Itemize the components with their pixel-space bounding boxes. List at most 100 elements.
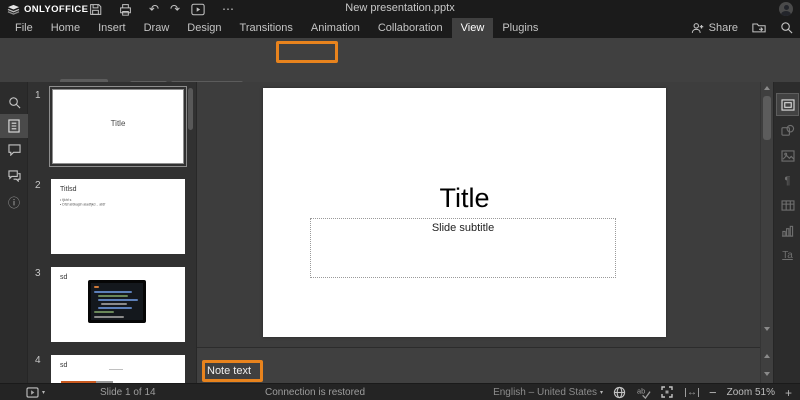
app-logo: ONLYOFFICE bbox=[0, 3, 88, 15]
spellcheck-icon: ab bbox=[637, 386, 651, 399]
spellcheck-button[interactable]: ab bbox=[637, 386, 651, 400]
sidebar-item-about[interactable]: ⓘ bbox=[0, 190, 28, 214]
print-button[interactable] bbox=[116, 1, 134, 17]
search-icon bbox=[780, 21, 793, 34]
sidebar-item-search[interactable] bbox=[0, 90, 28, 114]
tab-home[interactable]: Home bbox=[42, 18, 89, 38]
language-label: English – United States bbox=[493, 387, 597, 398]
slide-thumbnail-2[interactable]: Titlsd fjkhf s Dfsf afdkajsh aladfjkd ..… bbox=[51, 179, 185, 254]
notes-scroll-up-icon[interactable] bbox=[764, 354, 770, 358]
slide-number: 3 bbox=[35, 268, 41, 279]
comments-icon bbox=[8, 144, 21, 156]
fit-to-slide-icon bbox=[661, 386, 673, 398]
set-language-button[interactable] bbox=[613, 386, 627, 400]
sidebar-item-table-settings[interactable] bbox=[777, 195, 798, 216]
fit-to-slide-statusbar-button[interactable] bbox=[661, 386, 675, 400]
app-logo-text: ONLYOFFICE bbox=[24, 4, 88, 15]
tab-design[interactable]: Design bbox=[178, 18, 230, 38]
avatar[interactable] bbox=[779, 2, 793, 16]
thumbnail-title: Titlsd bbox=[60, 186, 76, 193]
sidebar-item-image-settings[interactable] bbox=[777, 145, 798, 166]
tab-insert[interactable]: Insert bbox=[89, 18, 135, 38]
subtitle-placeholder[interactable]: Slide subtitle bbox=[310, 218, 616, 278]
sidebar-item-chat[interactable] bbox=[0, 164, 28, 188]
slide-thumbnails-icon bbox=[8, 119, 20, 133]
zoom-level[interactable]: Zoom 51% bbox=[727, 387, 775, 398]
tab-view[interactable]: View bbox=[452, 18, 494, 38]
sidebar-item-shape-settings[interactable] bbox=[777, 120, 798, 141]
slide-thumbnail-3[interactable]: sd bbox=[51, 267, 185, 342]
undo-icon: ↶ bbox=[149, 2, 159, 16]
note-text[interactable]: Note text bbox=[207, 365, 251, 377]
scroll-down-icon[interactable] bbox=[764, 327, 770, 331]
thumbnail-bullets: fjkhf s Dfsf afdkajsh aladfjkd .. afdf bbox=[60, 198, 185, 207]
onlyoffice-logo-icon bbox=[7, 3, 20, 15]
language-selector[interactable]: English – United States ▾ bbox=[493, 387, 603, 398]
tab-draw[interactable]: Draw bbox=[135, 18, 179, 38]
start-slideshow-icon bbox=[191, 3, 205, 16]
table-settings-icon bbox=[781, 200, 795, 211]
tab-transitions[interactable]: Transitions bbox=[231, 18, 302, 38]
folder-open-icon bbox=[752, 21, 766, 34]
save-icon bbox=[89, 3, 102, 16]
title-bar: ONLYOFFICE ↶ ↷ ⋯ New presentation.pptx bbox=[0, 0, 800, 18]
code-screenshot-image bbox=[88, 280, 146, 323]
onlyoffice-presentation-editor: ONLYOFFICE ↶ ↷ ⋯ New presentation.pptx F… bbox=[0, 0, 800, 400]
header-search-button[interactable] bbox=[780, 21, 794, 35]
slide-settings-icon bbox=[781, 99, 795, 111]
print-icon bbox=[119, 3, 132, 16]
image-settings-icon bbox=[781, 150, 795, 162]
status-bar: ▾ Slide 1 of 14 Connection is restored E… bbox=[0, 383, 800, 400]
start-slideshow-statusbar-button[interactable]: ▾ bbox=[26, 384, 45, 400]
svg-text:ab: ab bbox=[637, 386, 645, 395]
tab-collaboration[interactable]: Collaboration bbox=[369, 18, 452, 38]
thumbnail-title: sd bbox=[60, 274, 67, 281]
slide-thumbnails-panel: 1 Title 2 Titlsd fjkhf s Dfsf afdkajsh a… bbox=[28, 82, 197, 383]
sidebar-item-slide-thumbnails[interactable] bbox=[0, 114, 28, 138]
sidebar-item-slide-settings[interactable] bbox=[777, 94, 798, 115]
scroll-up-icon[interactable] bbox=[764, 86, 770, 90]
zoom-out-button[interactable]: − bbox=[709, 385, 717, 400]
scrollbar-thumb[interactable] bbox=[763, 96, 771, 140]
slide-number: 4 bbox=[35, 355, 41, 366]
tab-file[interactable]: File bbox=[6, 18, 42, 38]
slide-counter: Slide 1 of 14 bbox=[100, 384, 156, 400]
sidebar-item-chart-settings[interactable] bbox=[777, 220, 798, 241]
view-toolbar: ✂ Normal SlideMaster 51% ▾ Zoom bbox=[0, 38, 800, 82]
notes-panel[interactable]: Note text bbox=[197, 347, 760, 383]
share-button[interactable]: Share bbox=[691, 22, 738, 34]
start-slideshow-icon bbox=[26, 387, 39, 398]
fit-to-width-statusbar-button[interactable]: ↔ bbox=[685, 388, 699, 397]
start-slideshow-button[interactable] bbox=[189, 1, 207, 17]
more-actions-button[interactable]: ⋯ bbox=[219, 1, 237, 17]
redo-icon: ↷ bbox=[170, 2, 180, 16]
open-file-location-button[interactable] bbox=[752, 21, 766, 35]
thumbnails-scrollbar[interactable] bbox=[188, 88, 193, 130]
left-sidebar: ⓘ bbox=[0, 82, 28, 383]
chevron-down-icon: ▾ bbox=[600, 390, 603, 396]
sidebar-item-comments[interactable] bbox=[0, 138, 28, 162]
tab-animation[interactable]: Animation bbox=[302, 18, 369, 38]
notes-scroll-down-icon[interactable] bbox=[764, 372, 770, 376]
undo-button[interactable]: ↶ bbox=[145, 1, 163, 17]
sidebar-item-paragraph-settings[interactable]: ¶ bbox=[777, 170, 798, 191]
sidebar-item-textart-settings[interactable]: Ta bbox=[777, 245, 798, 266]
slide-title-text[interactable]: Title bbox=[263, 183, 666, 214]
shape-settings-icon bbox=[781, 124, 795, 137]
slide-canvas[interactable]: Title Slide subtitle bbox=[263, 88, 666, 337]
zoom-in-button[interactable]: + bbox=[785, 386, 792, 400]
slide-thumbnail-1[interactable]: Title bbox=[49, 86, 187, 167]
menu-tab-bar: File Home Insert Draw Design Transitions… bbox=[0, 18, 800, 38]
save-button[interactable] bbox=[86, 1, 104, 17]
slide-number: 1 bbox=[35, 90, 41, 101]
thumbnail-chart-title bbox=[109, 369, 123, 370]
slide-number: 2 bbox=[35, 180, 41, 191]
redo-button[interactable]: ↷ bbox=[166, 1, 184, 17]
info-icon: ⓘ bbox=[8, 194, 20, 211]
slide-subtitle-text[interactable]: Slide subtitle bbox=[311, 222, 615, 234]
editor-scrollbar[interactable] bbox=[760, 82, 773, 383]
thumbnail-title: Title bbox=[50, 119, 186, 128]
paragraph-icon: ¶ bbox=[785, 175, 791, 187]
tab-plugins[interactable]: Plugins bbox=[493, 18, 547, 38]
textart-icon: Ta bbox=[782, 250, 793, 261]
